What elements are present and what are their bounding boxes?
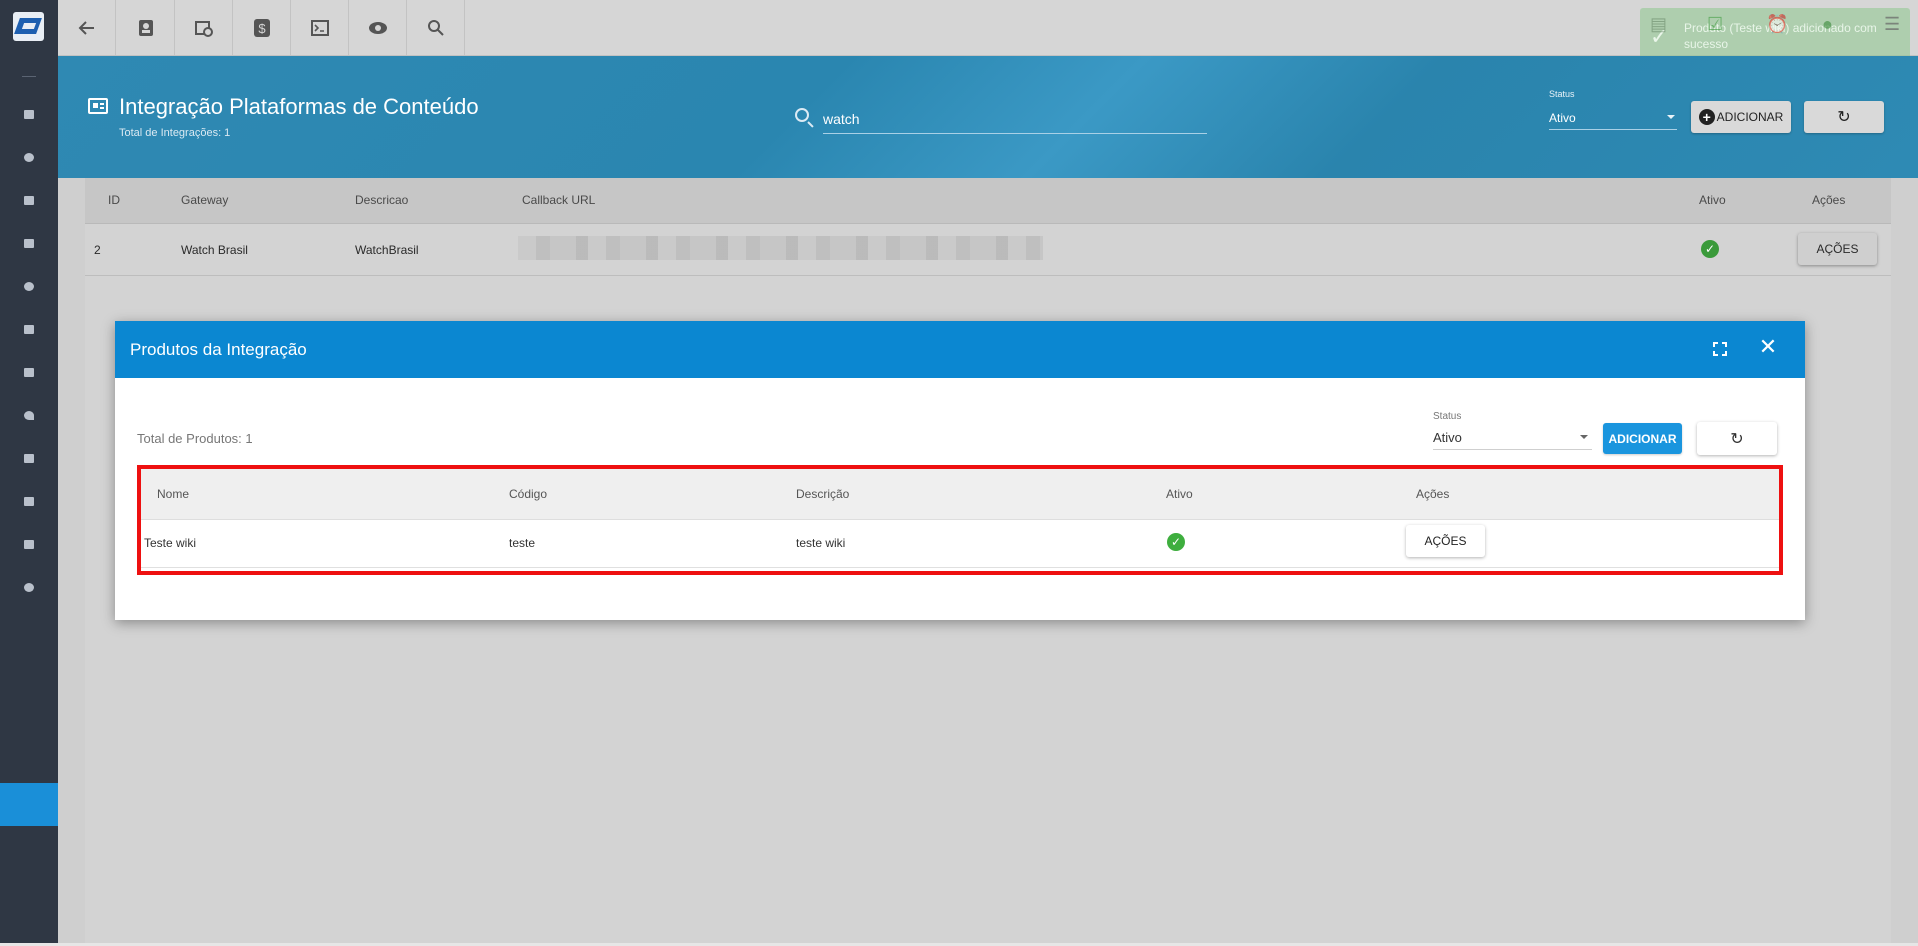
products-total: Total de Produtos: 1 — [137, 431, 253, 446]
cell-id: 2 — [94, 243, 101, 257]
back-button[interactable] — [58, 0, 116, 55]
status-filter-label: Status — [1549, 89, 1575, 99]
status-filter-select[interactable]: Ativo — [1549, 106, 1677, 130]
col-header-gateway[interactable]: Gateway — [181, 193, 228, 207]
server-icon[interactable] — [21, 494, 36, 509]
page-subtitle: Total de Integrações: 1 — [119, 127, 231, 139]
modal-status-value: Ativo — [1433, 430, 1462, 445]
search-icon — [427, 19, 444, 36]
contacts-icon[interactable] — [21, 193, 36, 208]
col-header-codigo[interactable]: Código — [509, 487, 547, 501]
add-integration-button[interactable]: + ADICIONAR — [1691, 101, 1791, 133]
svg-text:$: $ — [258, 21, 266, 36]
modal-header: Produtos da Integração ✕ — [115, 321, 1805, 378]
app-logo[interactable] — [13, 12, 44, 41]
list-icon[interactable] — [21, 451, 36, 466]
search-box — [795, 104, 1207, 134]
search-button[interactable] — [407, 0, 465, 55]
dashboard-icon[interactable] — [21, 107, 36, 122]
page-title: Integração Plataformas de Conteúdo — [119, 94, 479, 119]
terminal-icon — [310, 19, 329, 36]
products-table: Nome Código Descrição Ativo Ações Teste … — [137, 465, 1783, 575]
user-avatar-icon[interactable]: ● — [1822, 14, 1833, 35]
col-header-callback-url[interactable]: Callback URL — [522, 193, 595, 207]
col-header-descricao[interactable]: Descricao — [355, 193, 408, 207]
col-header-acoes: Ações — [1416, 487, 1450, 501]
products-table-header — [141, 469, 1779, 520]
cell-nome: Teste wiki — [144, 536, 197, 550]
chevron-down-icon — [1667, 115, 1675, 119]
arrow-left-icon — [78, 20, 94, 35]
add-product-button[interactable]: ADICIONAR — [1603, 423, 1682, 454]
active-check-icon: ✓ — [1701, 240, 1719, 258]
col-header-id[interactable]: ID — [108, 193, 120, 207]
task-icon[interactable]: ☑ — [1707, 14, 1723, 35]
menu-list-icon[interactable]: ☰ — [1884, 14, 1900, 35]
refresh-icon: ↻ — [1730, 430, 1744, 448]
money-icon[interactable] — [21, 365, 36, 380]
row-divider — [141, 567, 1779, 568]
col-header-nome[interactable]: Nome — [157, 487, 189, 501]
alarm-icon[interactable]: ⏰ — [1766, 14, 1788, 35]
app-root: $ ✓ Produto (Teste wiki) adicionado com … — [0, 0, 1918, 946]
contact-card-icon — [138, 19, 153, 36]
schedule-button[interactable] — [175, 0, 233, 55]
product-actions-button[interactable]: AÇÕES — [1406, 525, 1485, 557]
refresh-integrations-button[interactable]: ↻ — [1804, 101, 1884, 133]
terminal-button[interactable] — [291, 0, 349, 55]
add-circle-icon: + — [1698, 109, 1715, 125]
col-header-descricao[interactable]: Descrição — [796, 487, 849, 501]
billing-button[interactable]: $ — [233, 0, 291, 55]
chart-icon[interactable] — [21, 150, 36, 165]
chevron-down-icon — [1580, 435, 1588, 439]
col-header-ativo[interactable]: Ativo — [1699, 193, 1726, 207]
view-button[interactable] — [349, 0, 407, 55]
modal-status-select[interactable]: Ativo — [1433, 424, 1592, 450]
add-integration-label: ADICIONAR — [1716, 110, 1784, 124]
top-toolbar: $ — [58, 0, 1918, 56]
document-icon[interactable] — [21, 537, 36, 552]
cell-gateway: Watch Brasil — [181, 243, 248, 257]
refresh-icon: ↻ — [1837, 109, 1851, 126]
cell-codigo: teste — [509, 536, 536, 550]
sidebar — [0, 0, 58, 946]
active-check-icon: ✓ — [1167, 533, 1185, 551]
modal-title: Produtos da Integração — [130, 340, 307, 359]
status-filter-value: Ativo — [1549, 111, 1576, 125]
cell-descricao: WatchBrasil — [355, 243, 419, 257]
dollar-icon: $ — [253, 18, 270, 37]
calendar-clock-icon — [194, 20, 213, 37]
close-icon[interactable]: ✕ — [1756, 335, 1780, 359]
eye-icon — [368, 21, 387, 34]
row-actions-button[interactable]: AÇÕES — [1798, 233, 1877, 265]
products-modal: Produtos da Integração ✕ Total de Produt… — [115, 321, 1805, 620]
integration-icon — [88, 98, 108, 114]
package-icon[interactable] — [21, 322, 36, 337]
cell-descricao: teste wiki — [796, 536, 846, 550]
search-input[interactable] — [823, 104, 1207, 134]
location-icon[interactable] — [21, 408, 36, 423]
cell-callback-url-redacted — [518, 236, 1043, 260]
schedule-icon[interactable] — [21, 279, 36, 294]
col-header-acoes: Ações — [1812, 193, 1846, 207]
modal-status-label: Status — [1433, 411, 1462, 422]
board-icon[interactable] — [21, 236, 36, 251]
sidebar-divider — [22, 76, 36, 77]
settings-icon[interactable] — [21, 580, 36, 595]
refresh-products-button[interactable]: ↻ — [1697, 422, 1777, 455]
col-header-ativo[interactable]: Ativo — [1166, 487, 1193, 501]
fullscreen-icon[interactable] — [1713, 342, 1727, 356]
sidebar-active-item[interactable] — [0, 783, 58, 826]
search-icon — [795, 108, 809, 122]
pdf-icon[interactable]: ▤ — [1650, 14, 1667, 35]
contacts-button[interactable] — [117, 0, 175, 55]
